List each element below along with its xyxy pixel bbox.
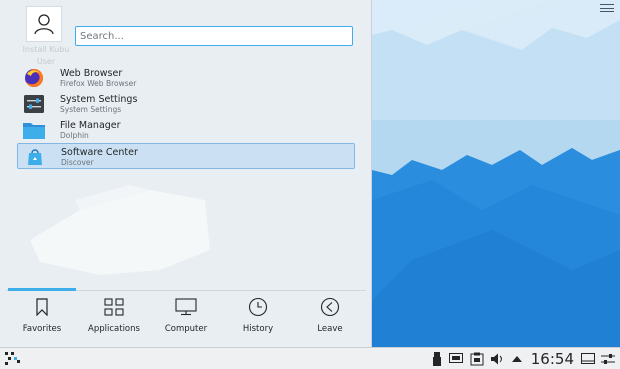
tab-favorites[interactable]: Favorites	[6, 292, 78, 344]
clock-icon	[248, 296, 268, 318]
tab-applications[interactable]: Applications	[78, 292, 150, 344]
desktop-toolbox-button[interactable]	[600, 2, 614, 14]
tab-computer[interactable]: Computer	[150, 292, 222, 344]
folder-icon	[23, 120, 45, 140]
volume-icon[interactable]	[489, 351, 505, 367]
app-name: System Settings	[60, 94, 138, 105]
search-input[interactable]	[75, 26, 353, 46]
user-caption-line1: Install Kubu	[22, 45, 70, 54]
panel-settings-icon[interactable]	[600, 351, 616, 367]
system-settings-icon	[23, 94, 45, 114]
wallpaper-polygons	[372, 0, 620, 347]
expand-arrow-icon[interactable]	[509, 351, 525, 367]
app-item-software-center[interactable]: Software Center Discover	[17, 143, 355, 169]
tab-label: Leave	[317, 324, 343, 334]
bookmark-icon	[35, 296, 49, 318]
grid-icon	[104, 296, 124, 318]
application-launcher: Install Kubu User Web Browser Firefox We…	[0, 0, 372, 347]
firefox-icon	[23, 68, 45, 88]
tab-label: Favorites	[22, 324, 62, 334]
monitor-icon	[175, 296, 197, 318]
network-icon[interactable]	[448, 351, 465, 367]
tab-leave[interactable]: Leave	[294, 292, 366, 344]
tab-history[interactable]: History	[222, 292, 294, 344]
app-name: Software Center	[61, 147, 138, 158]
launcher-tabbar: Favorites Applications Computer History …	[6, 292, 366, 344]
user-icon	[34, 14, 54, 35]
app-item-system-settings[interactable]: System Settings System Settings	[17, 91, 355, 117]
tab-label: History	[242, 324, 274, 334]
active-tab-indicator	[8, 288, 76, 291]
kickoff-icon	[5, 352, 20, 365]
app-description: System Settings	[60, 105, 122, 114]
back-arrow-icon	[320, 296, 340, 318]
discover-icon	[24, 147, 46, 167]
app-item-web-browser[interactable]: Web Browser Firefox Web Browser	[17, 65, 355, 91]
show-desktop-icon[interactable]	[580, 351, 596, 367]
user-avatar[interactable]	[26, 6, 62, 42]
favorites-list: Web Browser Firefox Web Browser System S…	[17, 65, 355, 169]
system-tray: 16:54	[429, 348, 620, 369]
app-item-file-manager[interactable]: File Manager Dolphin	[17, 117, 355, 143]
app-description: Discover	[61, 158, 94, 167]
app-description: Firefox Web Browser	[60, 79, 137, 88]
app-name: Web Browser	[60, 68, 123, 79]
app-description: Dolphin	[60, 131, 89, 140]
usb-icon[interactable]	[429, 351, 445, 367]
desktop-wallpaper	[372, 0, 620, 347]
application-launcher-button[interactable]	[4, 350, 22, 368]
tab-label: Applications	[88, 324, 140, 334]
clipboard-icon[interactable]	[469, 351, 485, 367]
taskbar: 16:54	[0, 347, 620, 369]
app-name: File Manager	[60, 120, 121, 131]
tab-label: Computer	[164, 324, 208, 334]
digital-clock[interactable]: 16:54	[531, 350, 574, 368]
